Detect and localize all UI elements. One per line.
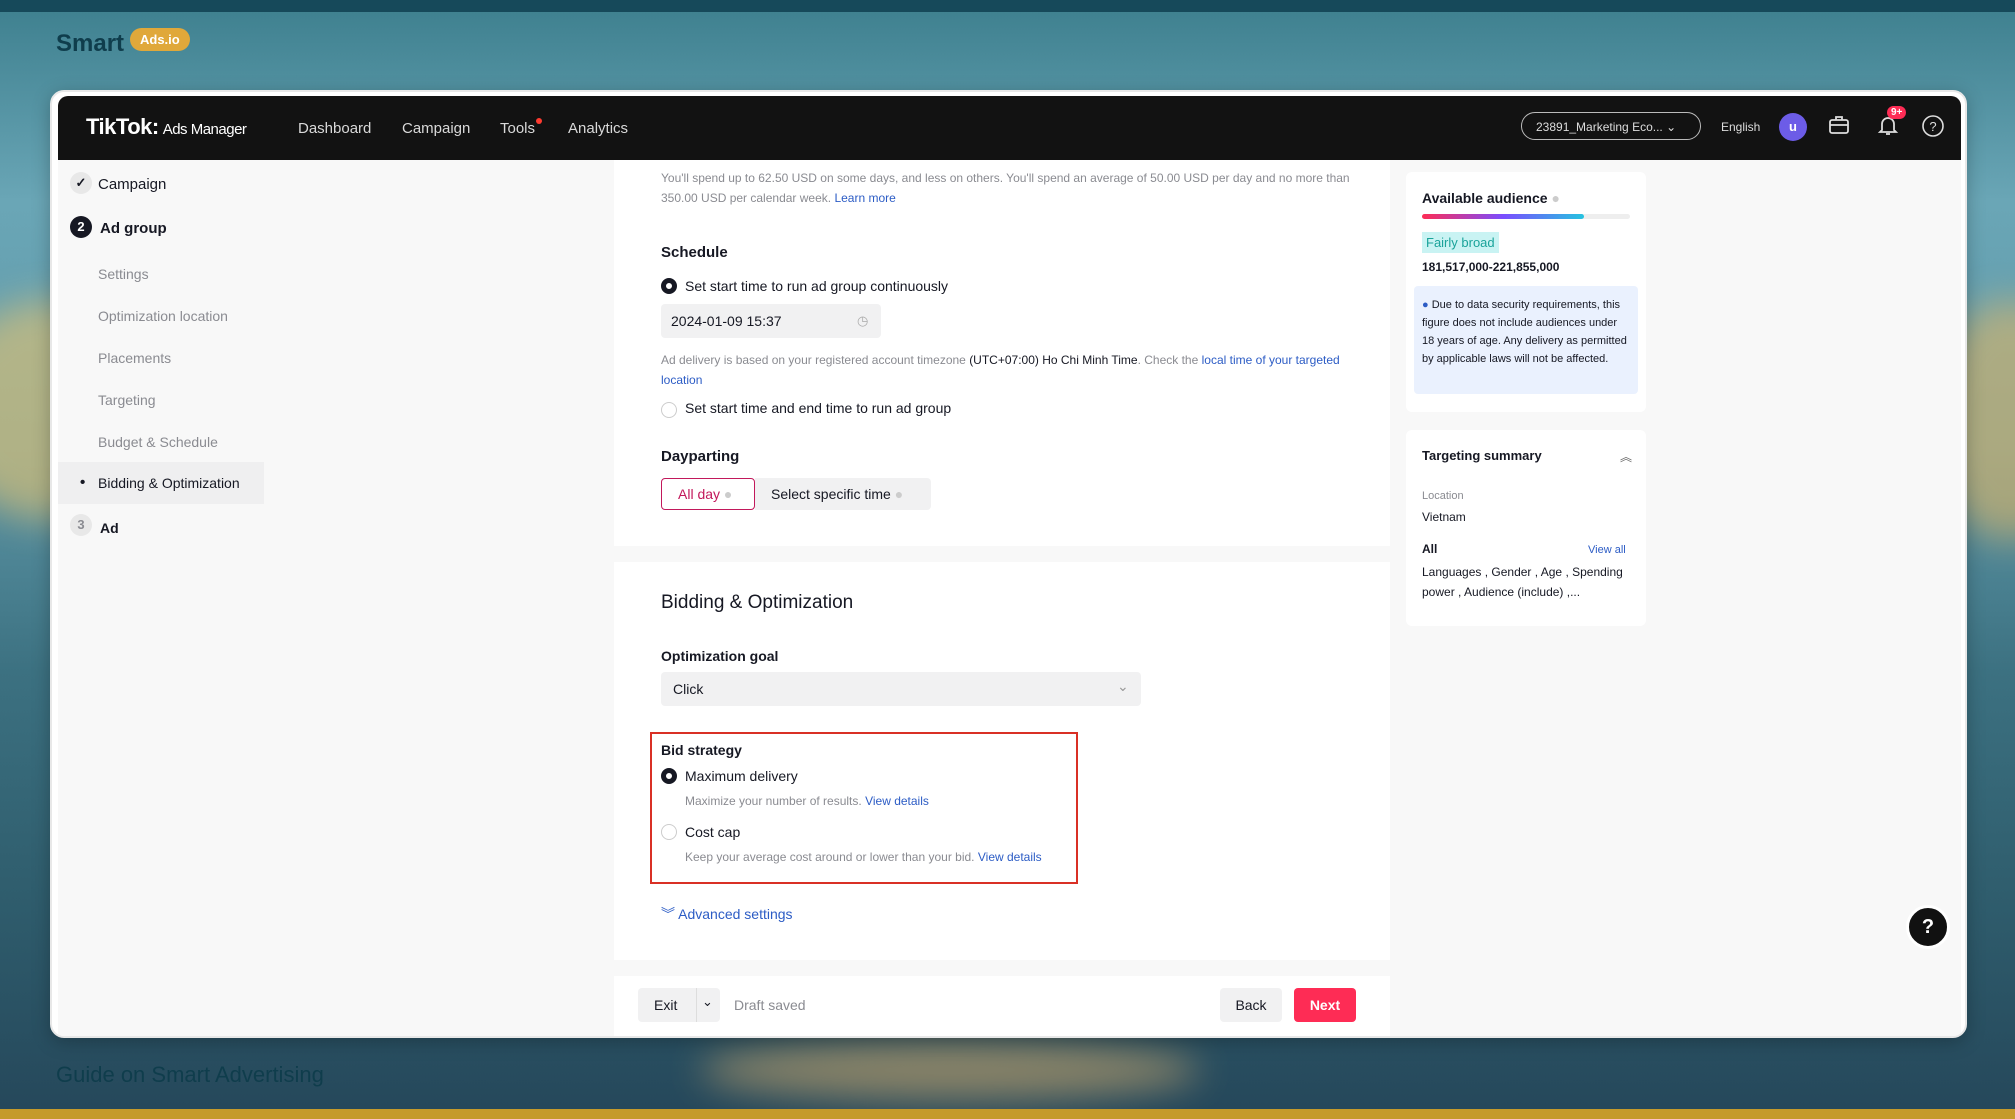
bid-strategy-label: Bid strategy [661,742,742,758]
top-decor-bar [0,0,2015,12]
radio-maximum-delivery[interactable] [661,768,677,784]
bottom-decor-bar [0,1109,2015,1119]
maximum-delivery-desc: Maximize your number of results. View de… [685,794,929,808]
audience-title: Available audience ● [1422,190,1560,206]
cost-cap-desc: Keep your average cost around or lower t… [685,850,1042,864]
sidebar-item-ad[interactable]: 3 Ad [58,512,264,542]
radio-start-end-label[interactable]: Set start time and end time to run ad gr… [685,400,951,416]
nav-tools[interactable]: Tools [500,120,535,137]
double-chevron-down-icon: ︾ [661,906,675,922]
sidebar-item-placements[interactable]: Placements [58,344,264,372]
chevron-down-icon: ⌄ [1666,120,1677,134]
divider [696,988,697,1022]
audience-range: 181,517,000-221,855,000 [1422,260,1560,274]
cost-cap-label[interactable]: Cost cap [685,824,740,840]
sidebar-item-optimization-location[interactable]: Optimization location [58,302,264,330]
radio-cost-cap[interactable] [661,824,677,840]
audience-info-box: ● Due to data security requirements, thi… [1414,286,1638,394]
advanced-settings-toggle[interactable]: ︾ Advanced settings [661,904,793,924]
sidebar-item-targeting[interactable]: Targeting [58,386,264,414]
next-button[interactable]: Next [1294,988,1356,1022]
sidebar-item-adgroup[interactable]: 2 Ad group [58,214,264,244]
view-details-link[interactable]: View details [865,794,929,808]
schedule-card: You'll spend up to 62.50 USD on some day… [614,160,1390,546]
audience-panel: Available audience ● Fairly broad 181,51… [1406,172,1646,412]
account-selector[interactable]: 23891_Marketing Eco... ⌄ [1521,112,1701,140]
draft-status: Draft saved [734,997,806,1013]
location-value: Vietnam [1422,510,1466,524]
optimization-goal-select[interactable]: Click ⌄ [661,672,1141,706]
audience-level-tag: Fairly broad [1422,232,1499,253]
radio-continuous-label[interactable]: Set start time to run ad group continuou… [685,278,948,294]
targeting-summary-title: Targeting summary [1422,448,1542,463]
info-icon: ● [723,486,733,502]
collapse-icon[interactable]: ︽ [1620,448,1632,465]
all-day-toggle[interactable]: All day ● [661,478,755,510]
sidebar-item-campaign[interactable]: ✓ Campaign [58,170,264,200]
help-icon[interactable]: ? [1920,114,1946,140]
check-icon: ✓ [70,172,92,194]
all-label: All [1422,542,1438,556]
chevron-down-icon[interactable]: ⌄ [702,994,713,1010]
dayparting-title: Dayparting [661,448,740,465]
back-button[interactable]: Back [1220,988,1282,1022]
info-icon: ● [894,486,904,502]
nav-campaign[interactable]: Campaign [402,120,470,137]
clock-icon: ◷ [857,313,869,328]
exit-button-group: Exit ⌄ [638,988,720,1022]
decor-glow [700,1040,1200,1100]
optimization-goal-label: Optimization goal [661,648,779,664]
guide-caption: Guide on Smart Advertising [56,1062,324,1087]
sidebar-item-settings[interactable]: Settings [58,260,264,288]
notification-badge: 9+ [1887,106,1907,119]
sidebar-item-budget-schedule[interactable]: Budget & Schedule [58,428,264,456]
chevron-down-icon: ⌄ [1117,678,1129,694]
language-selector[interactable]: English [1721,120,1760,134]
view-all-link[interactable]: View all [1588,544,1626,556]
exit-button[interactable]: Exit [654,997,677,1013]
brand-badge: Ads.io [130,28,190,51]
schedule-title: Schedule [661,244,728,261]
svg-text:?: ? [1929,119,1936,134]
nav-analytics[interactable]: Analytics [568,120,628,137]
nav-dashboard[interactable]: Dashboard [298,120,371,137]
info-circle-icon: ● [1422,299,1429,311]
bidding-title: Bidding & Optimization [661,592,854,613]
info-icon[interactable]: ● [1551,190,1559,206]
radio-start-end[interactable] [661,402,677,418]
budget-note: You'll spend up to 62.50 USD on some day… [661,171,1350,205]
audience-meter-track [1422,214,1630,219]
specific-time-toggle[interactable]: Select specific time ● [755,478,931,510]
timezone-note: Ad delivery is based on your registered … [661,353,1340,387]
tools-dot [536,118,542,124]
sidebar: ✓ Campaign 2 Ad group Settings Optimizat… [58,160,264,1036]
top-navbar: TikTok: Ads Manager Dashboard Campaign To… [58,96,1961,160]
start-datetime-input[interactable]: 2024-01-09 15:37 ◷ [661,304,881,338]
radio-continuous[interactable] [661,278,677,294]
sidebar-item-bidding-optimization[interactable]: • Bidding & Optimization [58,462,264,504]
tiktok-logo[interactable]: TikTok: Ads Manager [86,114,247,140]
location-label: Location [1422,490,1464,502]
view-details-link[interactable]: View details [978,850,1042,864]
step-number: 3 [70,514,92,536]
audience-meter-fill [1422,214,1585,219]
brand-name: Smart [56,30,125,57]
bidding-card: Bidding & Optimization Optimization goal… [614,562,1390,960]
targeting-dimensions: Languages , Gender , Age , Spending powe… [1422,565,1623,599]
step-number: 2 [70,216,92,238]
help-fab-icon[interactable]: ? [1906,905,1950,949]
maximum-delivery-label[interactable]: Maximum delivery [685,768,798,784]
learn-more-link[interactable]: Learn more [834,191,895,205]
avatar[interactable]: u [1779,113,1807,141]
browser-frame: TikTok: Ads Manager Dashboard Campaign To… [50,90,1967,1038]
targeting-summary-panel: Targeting summary ︽ Location Vietnam All… [1406,430,1646,626]
audience-note: Due to data security requirements, this … [1422,299,1627,365]
briefcase-icon[interactable] [1826,114,1852,140]
main-content: You'll spend up to 62.50 USD on some day… [264,160,1961,1036]
footer-action-bar: Exit ⌄ Draft saved Back Next [614,976,1390,1036]
